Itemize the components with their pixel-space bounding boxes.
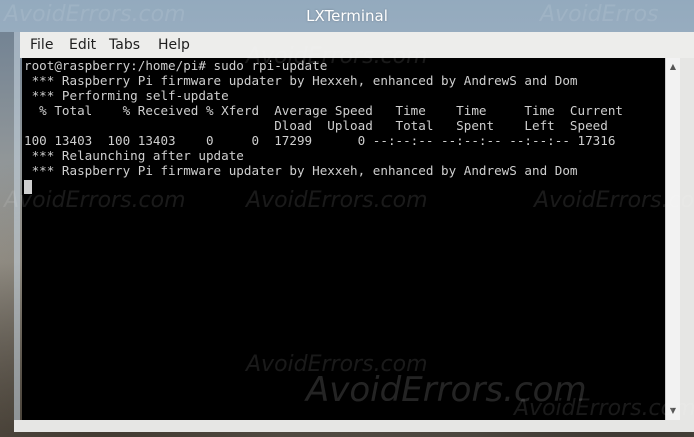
terminal-line: Dload Upload Total Spent Left Speed (24, 118, 608, 133)
terminal-scrollbar[interactable]: ▲ ▼ (665, 58, 680, 420)
scroll-down-icon[interactable]: ▼ (666, 404, 680, 418)
menu-bar: File Edit Tabs Help (20, 32, 694, 58)
lxterminal-window: LXTerminal File Edit Tabs Help root@rasp… (0, 0, 694, 437)
menu-edit[interactable]: Edit (69, 32, 96, 58)
menu-help[interactable]: Help (158, 32, 190, 58)
terminal-line: *** Raspberry Pi firmware updater by Hex… (24, 163, 578, 178)
window-titlebar[interactable]: LXTerminal (0, 0, 694, 32)
window-bottom-border (14, 420, 694, 432)
menu-file[interactable]: File (30, 32, 53, 58)
terminal-output[interactable]: root@raspberry:/home/pi# sudo rpi-update… (22, 58, 665, 420)
scroll-up-icon[interactable]: ▲ (666, 60, 680, 74)
terminal-line: *** Raspberry Pi firmware updater by Hex… (24, 73, 578, 88)
window-title: LXTerminal (306, 7, 388, 25)
window-right-border (680, 58, 694, 432)
terminal-line: *** Relaunching after update (24, 148, 244, 163)
menu-tabs[interactable]: Tabs (109, 32, 140, 58)
window-left-border (14, 32, 20, 432)
terminal-line: root@raspberry:/home/pi# sudo rpi-update (24, 58, 328, 73)
terminal-line: % Total % Received % Xferd Average Speed… (24, 103, 623, 118)
terminal-cursor (24, 180, 32, 194)
terminal-line: 100 13403 100 13403 0 0 17299 0 --:--:--… (24, 133, 616, 148)
terminal-line: *** Performing self-update (24, 88, 229, 103)
